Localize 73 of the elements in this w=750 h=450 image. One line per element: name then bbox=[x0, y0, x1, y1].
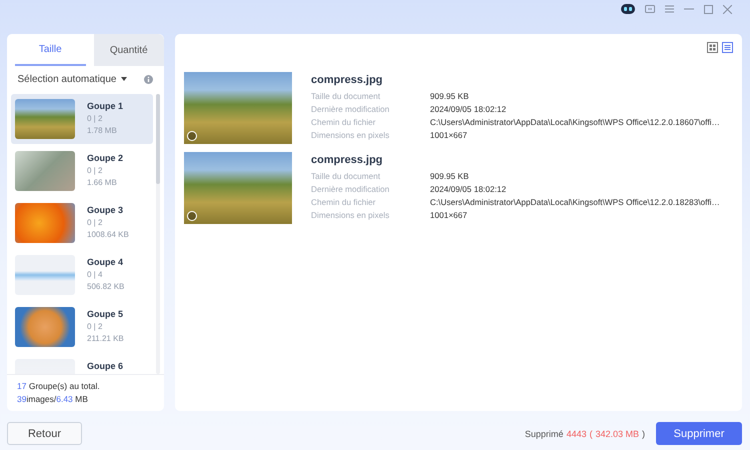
photo-placeholder bbox=[15, 151, 75, 191]
group-size: 506.82 KB bbox=[87, 282, 124, 291]
grid-view-icon[interactable] bbox=[707, 42, 718, 53]
group-item[interactable]: Goupe 4 0 | 4 506.82 KB bbox=[11, 250, 153, 300]
group-item[interactable]: Goupe 2 0 | 2 1.66 MB bbox=[11, 146, 153, 196]
file-name: compress.jpg bbox=[311, 154, 384, 166]
group-item[interactable]: Goupe 1 0 | 2 1.78 MB bbox=[11, 94, 153, 144]
group-count: 0 | 4 bbox=[87, 270, 104, 279]
caret-icon[interactable] bbox=[121, 77, 128, 81]
group-size: 1.78 MB bbox=[87, 126, 118, 135]
select-checkbox[interactable] bbox=[187, 211, 197, 221]
detail-label: Dernière modification bbox=[311, 104, 390, 115]
detail-value: 2024/09/05 18:02:12 bbox=[430, 104, 508, 115]
group-count: 0 | 2 bbox=[87, 166, 104, 175]
detail-value: C:\Users\Administrator\AppData\Local\Kingsoft\WPS Office\12.2.0.18607\offi… bbox=[430, 117, 720, 128]
minimize-icon[interactable] bbox=[684, 8, 694, 10]
detail-value: 1001×667 bbox=[430, 210, 468, 221]
auto-select-dropdown[interactable]: Sélection automatique bbox=[18, 74, 116, 84]
photo-placeholder bbox=[15, 203, 75, 243]
group-name: Goupe 6 bbox=[87, 361, 124, 371]
deleted-paren: ) bbox=[642, 428, 645, 438]
group-item[interactable]: Goupe 3 0 | 2 1008.64 KB bbox=[11, 198, 153, 248]
group-name: Goupe 4 bbox=[87, 257, 124, 267]
group-name: Goupe 1 bbox=[87, 101, 124, 111]
summary-text: images/ bbox=[26, 394, 56, 404]
close-icon[interactable] bbox=[723, 4, 732, 14]
group-count: 0 | 2 bbox=[87, 322, 104, 331]
detail-label: Dimensions en pixels bbox=[311, 130, 390, 141]
size-unit: MB bbox=[75, 394, 88, 404]
deleted-size: 342.03 MB bbox=[595, 428, 639, 438]
menu-icon[interactable] bbox=[665, 5, 674, 13]
group-count: 0 | 2 bbox=[87, 218, 104, 227]
group-count: 0 | 2 bbox=[87, 114, 104, 123]
group-item[interactable]: Goupe 5 0 | 2 211.21 KB bbox=[11, 302, 153, 352]
detail-value: 909.95 KB bbox=[430, 171, 470, 182]
deleted-paren: ( bbox=[589, 428, 592, 438]
detail-label: Chemin du fichier bbox=[311, 117, 377, 128]
detail-value: 909.95 KB bbox=[430, 91, 470, 102]
scrollbar[interactable] bbox=[156, 94, 160, 374]
select-checkbox[interactable] bbox=[187, 131, 197, 141]
file-name: compress.jpg bbox=[311, 74, 384, 86]
detail-value: 2024/09/05 18:02:12 bbox=[430, 184, 508, 195]
group-name: Goupe 3 bbox=[87, 205, 124, 215]
detail-label: Chemin du fichier bbox=[311, 197, 377, 208]
photo-placeholder bbox=[15, 307, 75, 347]
group-item[interactable]: Goupe 6 bbox=[11, 354, 153, 374]
group-size: 1008.64 KB bbox=[87, 230, 129, 239]
detail-label: Dimensions en pixels bbox=[311, 210, 390, 221]
group-count: 17 bbox=[17, 381, 26, 391]
group-name: Goupe 5 bbox=[87, 309, 124, 319]
mascot-icon[interactable] bbox=[621, 4, 635, 14]
maximize-icon[interactable] bbox=[704, 4, 713, 14]
deleted-count: 4443 bbox=[566, 428, 586, 438]
detail-label: Dernière modification bbox=[311, 184, 390, 195]
image-count: 39 bbox=[17, 394, 26, 404]
group-name: Goupe 2 bbox=[87, 153, 124, 163]
feedback-icon[interactable] bbox=[645, 4, 655, 14]
info-icon[interactable] bbox=[144, 74, 154, 84]
back-button[interactable]: Retour bbox=[7, 422, 82, 445]
total-size: 6.43 bbox=[56, 394, 73, 404]
photo-placeholder bbox=[15, 99, 75, 139]
tab[interactable]: Quantité bbox=[94, 34, 164, 66]
detail-value: 1001×667 bbox=[430, 130, 468, 141]
detail-value: C:\Users\Administrator\AppData\Local\Kingsoft\WPS Office\12.2.0.18283\offi… bbox=[430, 197, 720, 208]
photo-placeholder bbox=[15, 255, 75, 295]
detail-label: Taille du document bbox=[311, 91, 382, 102]
list-view-icon[interactable] bbox=[722, 42, 733, 53]
delete-button[interactable]: Supprimer bbox=[656, 422, 742, 445]
group-size: 211.21 KB bbox=[87, 334, 124, 343]
group-size: 1.66 MB bbox=[87, 178, 118, 187]
detail-label: Taille du document bbox=[311, 171, 382, 182]
deleted-label: Supprimé bbox=[524, 428, 564, 438]
summary-text: Groupe(s) au total. bbox=[28, 381, 100, 391]
